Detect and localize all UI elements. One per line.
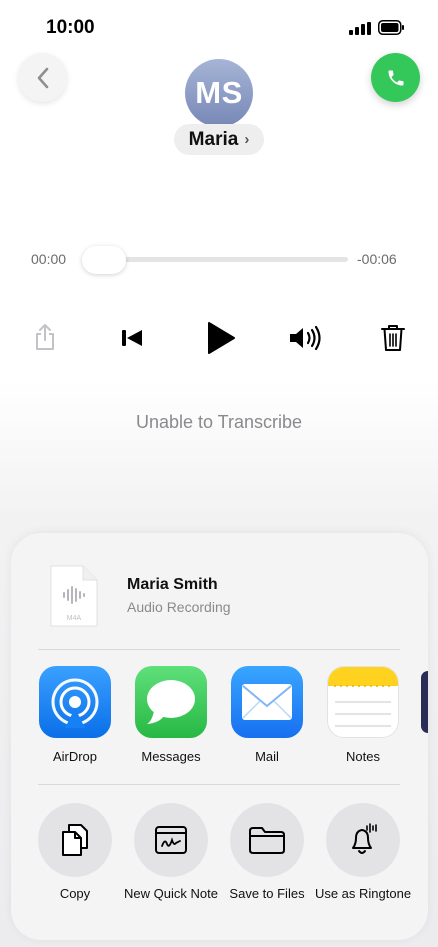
svg-text:M4A: M4A xyxy=(67,615,82,622)
phone-icon xyxy=(388,70,403,85)
share-app-notes[interactable]: Notes xyxy=(326,666,400,778)
app-label: Mail xyxy=(255,749,279,764)
share-app-mail[interactable]: Mail xyxy=(230,666,304,778)
play-button[interactable] xyxy=(201,318,241,358)
action-use-as-ringtone[interactable]: Use as Ringtone xyxy=(315,803,411,933)
action-new-quick-note[interactable]: New Quick Note xyxy=(124,803,218,933)
action-save-to-files[interactable]: Save to Files xyxy=(221,803,313,933)
app-label: AirDrop xyxy=(52,749,98,764)
folder-icon xyxy=(230,803,304,877)
mail-icon xyxy=(231,666,303,738)
scrubber-thumb[interactable] xyxy=(82,246,126,274)
messages-icon xyxy=(135,666,207,738)
avatar[interactable]: MS xyxy=(185,59,253,127)
back-button[interactable] xyxy=(18,53,67,102)
more-apps-peek[interactable] xyxy=(421,671,428,733)
sheet-divider xyxy=(38,649,400,650)
action-label: Use as Ringtone xyxy=(314,886,412,901)
voice-memo-screen: 10:00 MS Maria › 00:00 -00:06 Unable to … xyxy=(0,0,438,947)
remaining-time: -00:06 xyxy=(357,251,397,267)
action-label: Copy xyxy=(59,886,91,901)
action-label: New Quick Note xyxy=(124,886,218,901)
speaker-button[interactable] xyxy=(287,323,325,353)
copy-icon xyxy=(38,803,112,877)
sheet-divider xyxy=(38,784,400,785)
cellular-signal-icon xyxy=(349,22,371,35)
app-label: Messages xyxy=(141,749,201,764)
file-title: Maria Smith xyxy=(127,576,218,593)
share-button[interactable] xyxy=(31,322,59,352)
share-app-messages[interactable]: Messages xyxy=(134,666,208,778)
audio-file-icon: M4A xyxy=(50,565,98,627)
bell-icon xyxy=(326,803,400,877)
trash-icon xyxy=(381,325,405,351)
play-icon xyxy=(208,322,235,354)
skip-back-button[interactable] xyxy=(118,325,146,351)
notes-icon xyxy=(327,666,399,738)
status-time: 10:00 xyxy=(46,17,95,38)
battery-icon xyxy=(378,20,404,35)
skip-back-icon xyxy=(122,330,142,346)
contact-name: Maria xyxy=(188,128,239,150)
action-label: Save to Files xyxy=(229,886,305,901)
delete-button[interactable] xyxy=(379,322,407,354)
chevron-left-icon xyxy=(37,67,48,88)
quick-note-icon xyxy=(134,803,208,877)
share-app-airdrop[interactable]: AirDrop xyxy=(38,666,112,778)
share-icon xyxy=(36,324,54,350)
contact-name-button[interactable]: Maria › xyxy=(174,124,264,155)
transcription-status: Unable to Transcribe xyxy=(135,412,303,432)
app-label: Notes xyxy=(346,749,380,764)
call-button[interactable] xyxy=(371,53,420,102)
chevron-right-icon: › xyxy=(244,131,250,148)
speaker-icon xyxy=(290,325,321,351)
file-subtitle: Audio Recording xyxy=(127,599,231,615)
elapsed-time: 00:00 xyxy=(31,251,67,267)
share-sheet: M4A Maria Smith Audio Recording AirDrop xyxy=(11,533,428,940)
action-copy[interactable]: Copy xyxy=(29,803,121,933)
airdrop-icon xyxy=(39,666,111,738)
